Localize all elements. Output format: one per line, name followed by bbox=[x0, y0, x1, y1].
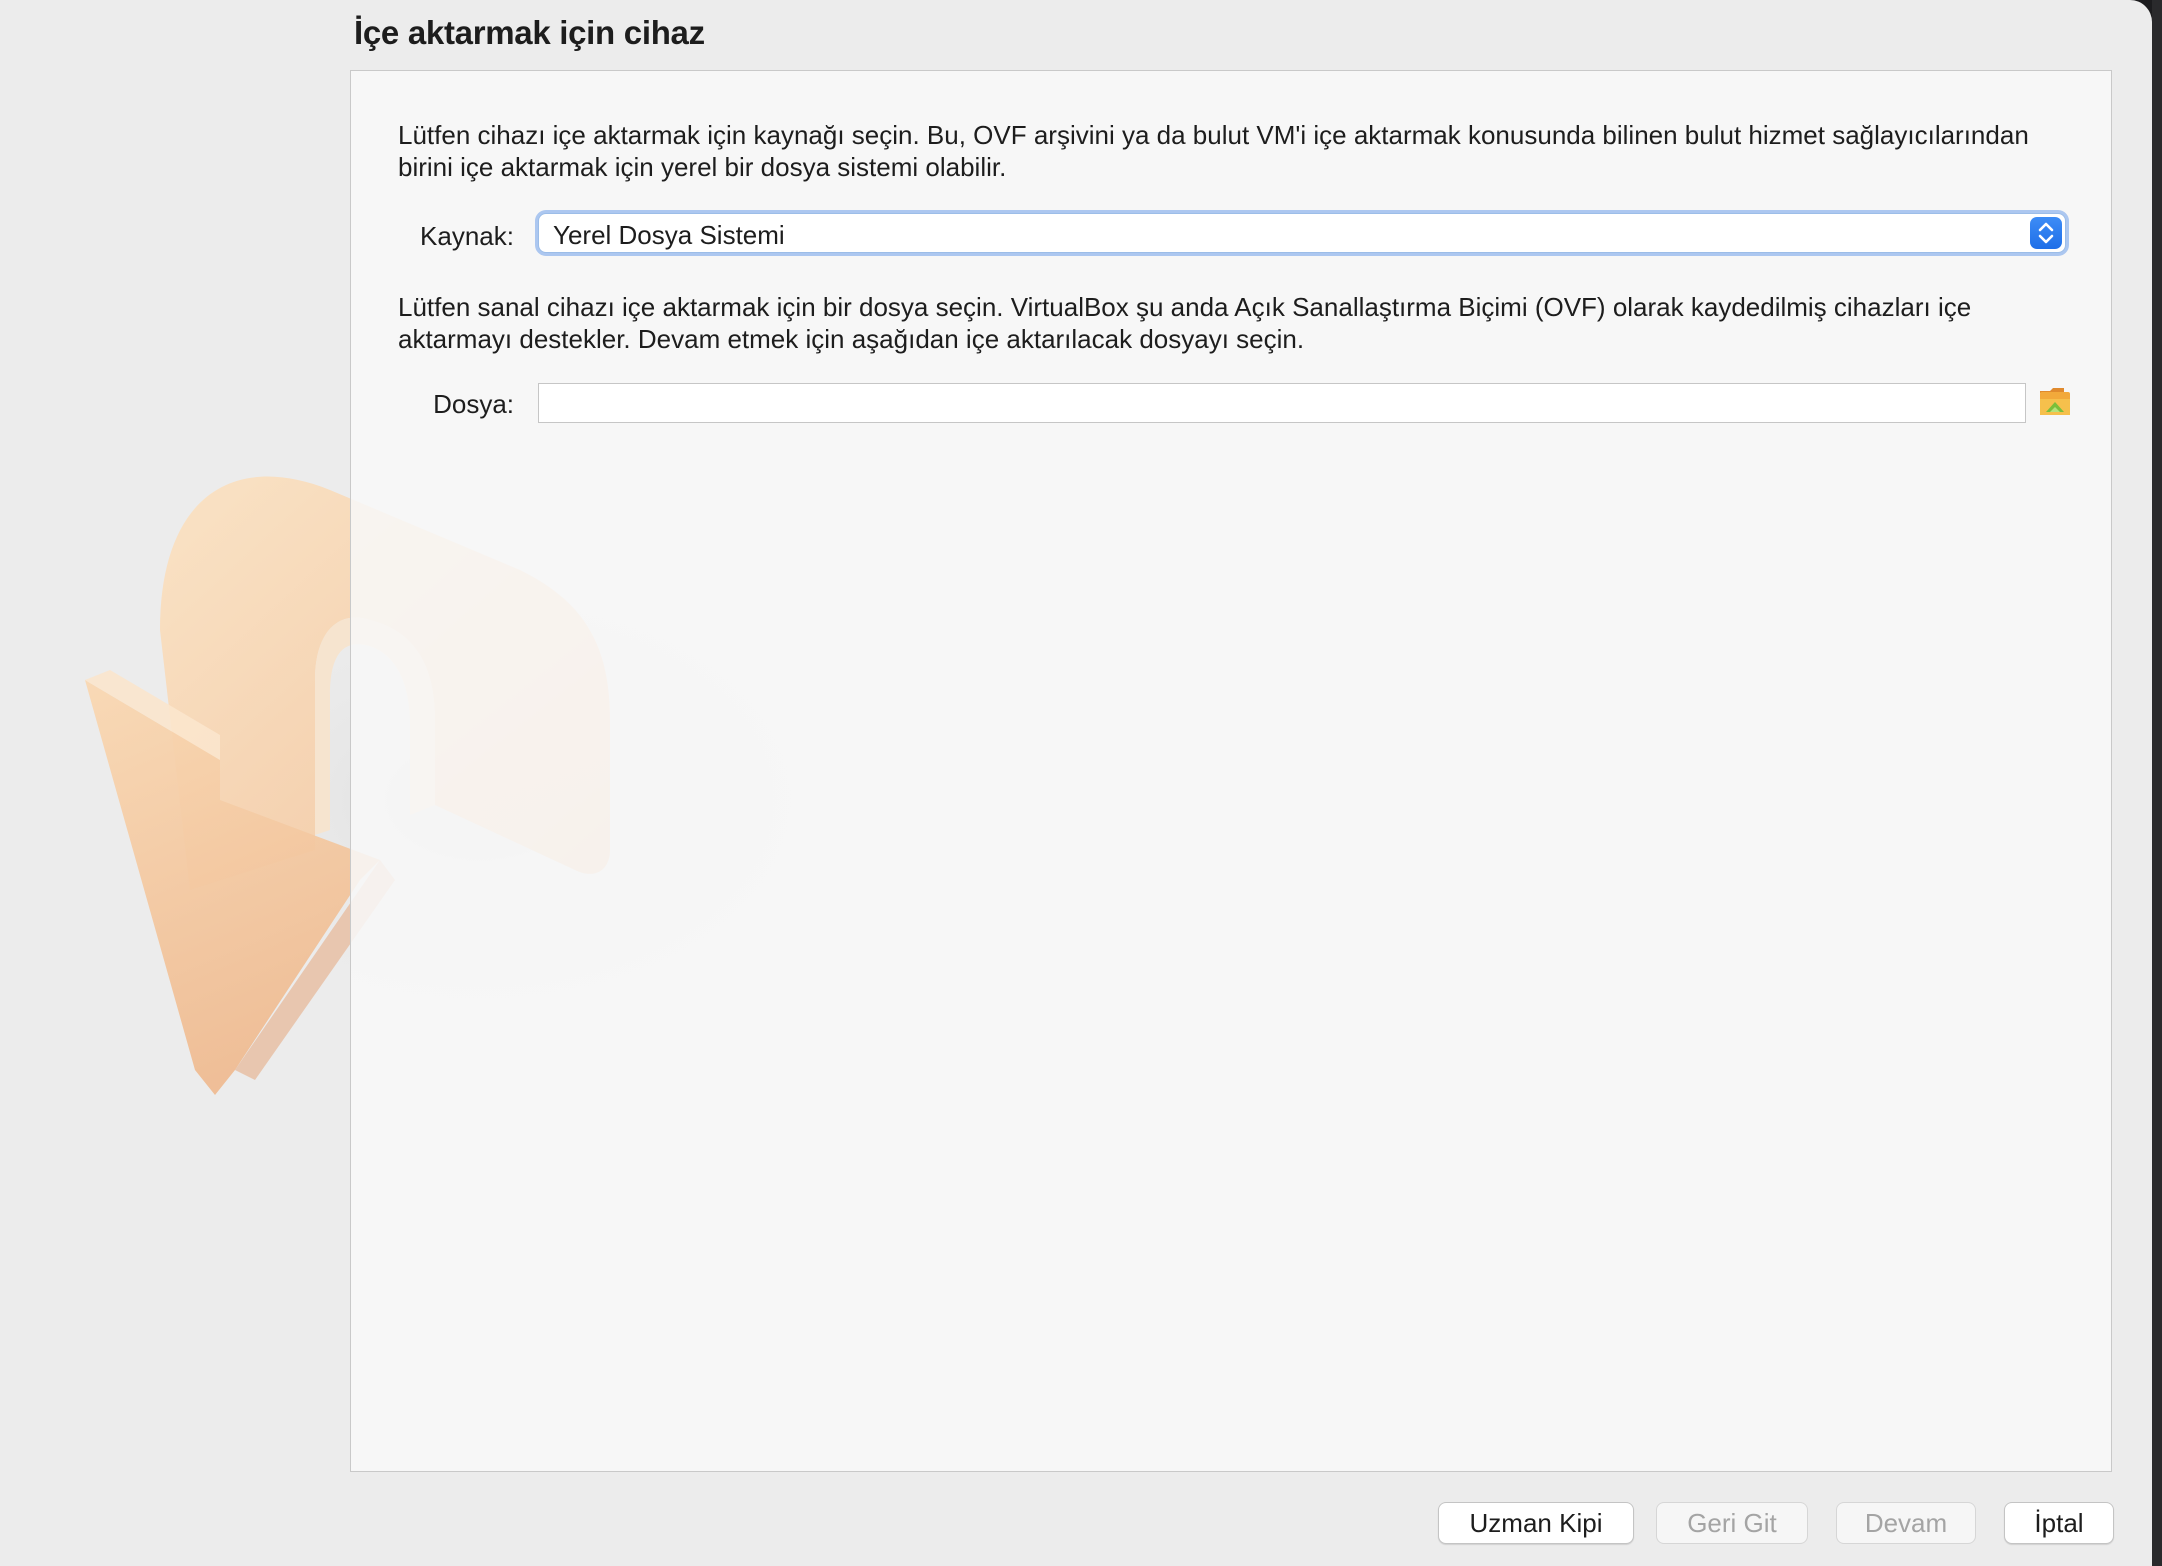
back-button[interactable]: Geri Git bbox=[1656, 1502, 1808, 1544]
file-description: Lütfen sanal cihazı içe aktarmak için bi… bbox=[398, 292, 1972, 354]
expert-mode-button[interactable]: Uzman Kipi bbox=[1438, 1502, 1634, 1544]
page-title: İçe aktarmak için cihaz bbox=[354, 14, 705, 51]
source-description: Lütfen cihazı içe aktarmak için kaynağı … bbox=[398, 120, 2029, 182]
folder-open-icon[interactable] bbox=[2037, 383, 2073, 419]
chevron-up-down-icon bbox=[2030, 217, 2062, 249]
source-label: Kaynak: bbox=[420, 221, 514, 251]
content-panel: Lütfen cihazı içe aktarmak için kaynağı … bbox=[350, 70, 2112, 1472]
next-button[interactable]: Devam bbox=[1836, 1502, 1976, 1544]
source-select[interactable]: Yerel Dosya Sistemi bbox=[538, 213, 2066, 253]
file-label: Dosya: bbox=[433, 389, 514, 419]
cancel-button[interactable]: İptal bbox=[2004, 1502, 2114, 1544]
import-appliance-window: İçe aktarmak için cihaz Lütfen cihazı iç… bbox=[0, 0, 2152, 1566]
file-path-input[interactable] bbox=[538, 383, 2026, 423]
source-selected-value: Yerel Dosya Sistemi bbox=[553, 220, 785, 250]
background-edge bbox=[2152, 0, 2162, 1566]
